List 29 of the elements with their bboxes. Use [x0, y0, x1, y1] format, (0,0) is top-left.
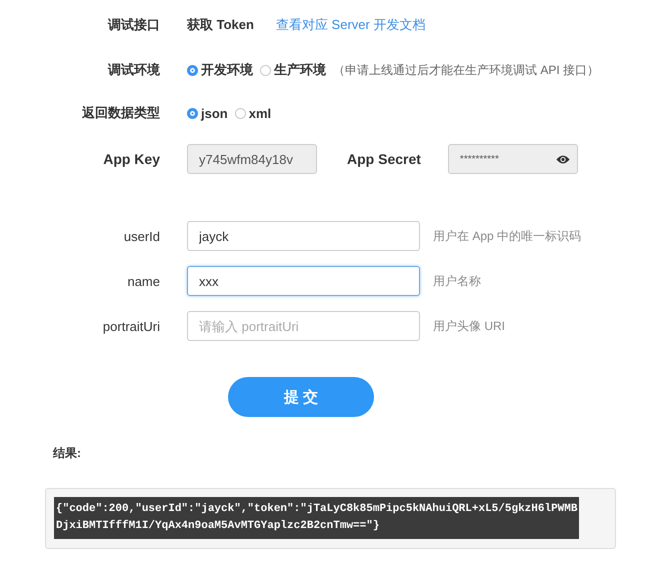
result-code: {"code":200,"userId":"jayck","token":"jTaLyC8k85mPipc5kNAhuiQRL+xL5/5gkzH6lPWMBDjxiBMTIfffM1I/YqAx4n9oaM5AvMTGYaplzc2B2cnTmw=="} — [54, 497, 580, 539]
result-label: 结果: — [53, 445, 82, 462]
radio-icon[interactable] — [260, 64, 271, 76]
app-secret-field[interactable]: ********** — [448, 144, 578, 174]
radio-icon[interactable] — [234, 108, 246, 118]
interface-name: 获取 Token — [187, 16, 254, 34]
field-label: 返回数据类型 — [81, 104, 160, 122]
field-label: 调试接口 — [106, 16, 160, 34]
radio-option[interactable]: xml — [234, 106, 272, 120]
text-input[interactable]: 请输入 portraitUri — [187, 311, 420, 341]
field-label: userId — [122, 228, 160, 244]
hint-text: 用户名称 — [433, 272, 481, 290]
eye-icon[interactable] — [556, 154, 570, 164]
app-key-field: y745wfm84y18v — [187, 144, 317, 174]
field-label: portraitUri — [102, 318, 160, 334]
field-label: name — [126, 274, 160, 288]
hint-text: 用户在 App 中的唯一标识码 — [433, 228, 582, 244]
radio-option[interactable]: json — [187, 106, 228, 120]
text-input[interactable]: jayck — [187, 221, 420, 251]
field-label: 调试环境 — [106, 61, 160, 79]
hint-text: 用户头像 URI — [433, 318, 505, 334]
radio-icon[interactable] — [187, 108, 198, 118]
text-input[interactable]: xxx — [187, 266, 420, 296]
note-text: （申请上线通过后才能在生产环境调试 API 接口） — [333, 62, 600, 78]
radio-option[interactable]: 生产环境 — [260, 61, 326, 79]
radio-icon[interactable] — [187, 64, 198, 76]
radio-option[interactable]: 开发环境 — [187, 61, 253, 79]
field-label: App Secret — [347, 151, 421, 167]
field-label: App Key — [102, 151, 160, 167]
